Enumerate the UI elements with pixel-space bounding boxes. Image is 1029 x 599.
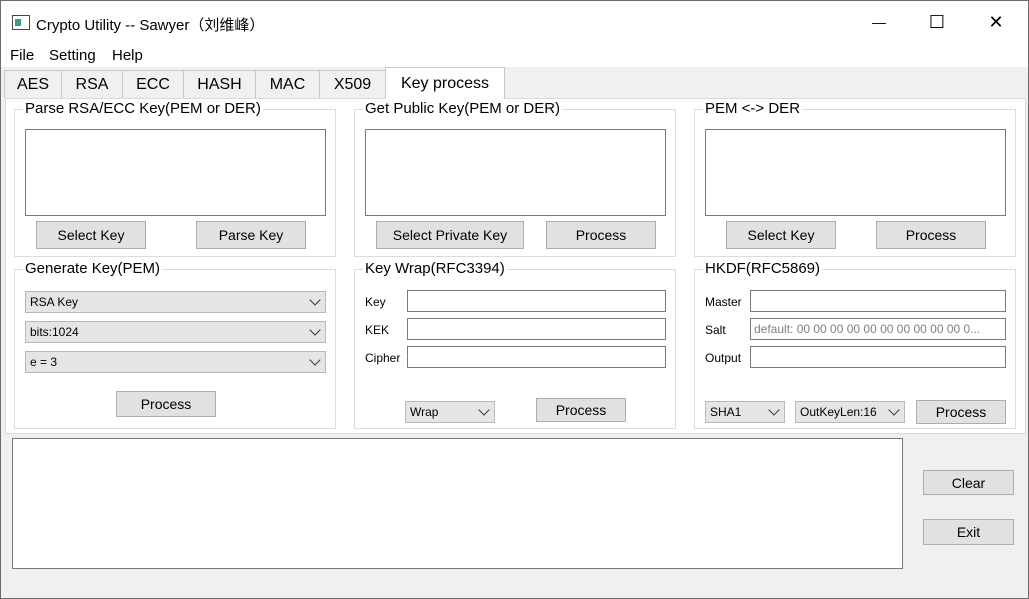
tab-rsa[interactable]: RSA bbox=[61, 70, 123, 98]
tab-key-process[interactable]: Key process bbox=[385, 67, 505, 99]
pem-der-select-key-button[interactable]: Select Key bbox=[726, 221, 836, 249]
cipher-input[interactable] bbox=[407, 346, 666, 368]
master-label: Master bbox=[705, 295, 742, 309]
parse-key-title: Parse RSA/ECC Key(PEM or DER) bbox=[23, 100, 263, 117]
select-private-key-button[interactable]: Select Private Key bbox=[376, 221, 524, 249]
key-type-value: RSA Key bbox=[30, 295, 79, 309]
menu-setting[interactable]: Setting bbox=[49, 47, 96, 64]
parse-key-button[interactable]: Parse Key bbox=[196, 221, 306, 249]
bits-value: bits:1024 bbox=[30, 325, 79, 339]
tab-aes[interactable]: AES bbox=[4, 70, 62, 98]
wrap-mode-select[interactable]: Wrap bbox=[405, 401, 495, 423]
maximize-button[interactable]: ☐ bbox=[908, 1, 966, 43]
wrap-mode-value: Wrap bbox=[410, 405, 439, 419]
key-type-select[interactable]: RSA Key bbox=[25, 291, 326, 313]
tab-hash[interactable]: HASH bbox=[183, 70, 256, 98]
pem-der-title: PEM <-> DER bbox=[703, 100, 803, 117]
tab-ecc[interactable]: ECC bbox=[122, 70, 184, 98]
clear-button[interactable]: Clear bbox=[923, 470, 1014, 495]
app-icon bbox=[12, 15, 30, 30]
pem-der-group: PEM <-> DER Select Key Process bbox=[694, 100, 1016, 257]
select-key-button[interactable]: Select Key bbox=[36, 221, 146, 249]
salt-label: Salt bbox=[705, 323, 726, 337]
chevron-down-icon bbox=[309, 354, 321, 366]
key-input[interactable] bbox=[407, 290, 666, 312]
exit-button[interactable]: Exit bbox=[923, 519, 1014, 545]
generate-key-group: Generate Key(PEM) RSA Key bits:1024 e = … bbox=[14, 260, 336, 429]
pem-der-process-button[interactable]: Process bbox=[876, 221, 986, 249]
hash-value: SHA1 bbox=[710, 405, 742, 419]
key-process-page: Parse RSA/ECC Key(PEM or DER) Select Key… bbox=[5, 98, 1026, 434]
tab-x509[interactable]: X509 bbox=[319, 70, 386, 98]
chevron-down-icon bbox=[888, 404, 900, 416]
close-icon: ✕ bbox=[988, 11, 1004, 32]
hash-select[interactable]: SHA1 bbox=[705, 401, 785, 423]
exponent-value: e = 3 bbox=[30, 355, 58, 369]
exponent-select[interactable]: e = 3 bbox=[25, 351, 326, 373]
get-public-key-group: Get Public Key(PEM or DER) Select Privat… bbox=[354, 100, 676, 257]
outkeylen-select[interactable]: OutKeyLen:16 bbox=[795, 401, 905, 423]
get-public-key-title: Get Public Key(PEM or DER) bbox=[363, 100, 563, 117]
bits-select[interactable]: bits:1024 bbox=[25, 321, 326, 343]
chevron-down-icon bbox=[309, 324, 321, 336]
maximize-icon: ☐ bbox=[928, 11, 946, 32]
close-button[interactable]: ✕ bbox=[967, 1, 1025, 43]
generate-key-process-button[interactable]: Process bbox=[116, 391, 216, 417]
outkeylen-value: OutKeyLen:16 bbox=[800, 405, 877, 419]
minimize-button[interactable]: — bbox=[850, 1, 908, 43]
key-wrap-process-button[interactable]: Process bbox=[536, 398, 626, 422]
window-title: Crypto Utility -- Sawyer（刘维峰） bbox=[36, 17, 265, 34]
salt-input[interactable] bbox=[750, 318, 1006, 340]
output-label: Output bbox=[705, 351, 742, 365]
key-wrap-title: Key Wrap(RFC3394) bbox=[363, 260, 507, 277]
parse-key-group: Parse RSA/ECC Key(PEM or DER) Select Key… bbox=[14, 100, 336, 257]
get-public-key-textbox[interactable] bbox=[365, 129, 666, 216]
output-input[interactable] bbox=[750, 346, 1006, 368]
parse-key-textbox[interactable] bbox=[25, 129, 326, 216]
cipher-label: Cipher bbox=[365, 351, 401, 365]
menu-file[interactable]: File bbox=[10, 47, 34, 64]
menu-help[interactable]: Help bbox=[112, 47, 143, 64]
minimize-icon: — bbox=[872, 14, 886, 30]
master-input[interactable] bbox=[750, 290, 1006, 312]
chevron-down-icon bbox=[309, 294, 321, 306]
get-public-key-process-button[interactable]: Process bbox=[546, 221, 656, 249]
generate-key-title: Generate Key(PEM) bbox=[23, 260, 163, 277]
chevron-down-icon bbox=[478, 404, 490, 416]
hkdf-process-button[interactable]: Process bbox=[916, 400, 1006, 424]
tab-bar: AES RSA ECC HASH MAC X509 Key process bbox=[1, 67, 1028, 99]
chevron-down-icon bbox=[768, 404, 780, 416]
key-wrap-group: Key Wrap(RFC3394) Key KEK Cipher Wrap Pr… bbox=[354, 260, 676, 429]
pem-der-textbox[interactable] bbox=[705, 129, 1006, 216]
key-label: Key bbox=[365, 295, 386, 309]
hkdf-group: HKDF(RFC5869) Master Salt Output SHA1 Ou… bbox=[694, 260, 1016, 429]
hkdf-title: HKDF(RFC5869) bbox=[703, 260, 823, 277]
kek-input[interactable] bbox=[407, 318, 666, 340]
tab-mac[interactable]: MAC bbox=[255, 70, 320, 98]
title-bar: Crypto Utility -- Sawyer（刘维峰） — ☐ ✕ bbox=[1, 1, 1028, 43]
output-textbox[interactable] bbox=[12, 438, 903, 569]
app-window: Crypto Utility -- Sawyer（刘维峰） — ☐ ✕ File… bbox=[0, 0, 1029, 599]
menu-bar: File Setting Help bbox=[1, 43, 1028, 67]
kek-label: KEK bbox=[365, 323, 390, 337]
